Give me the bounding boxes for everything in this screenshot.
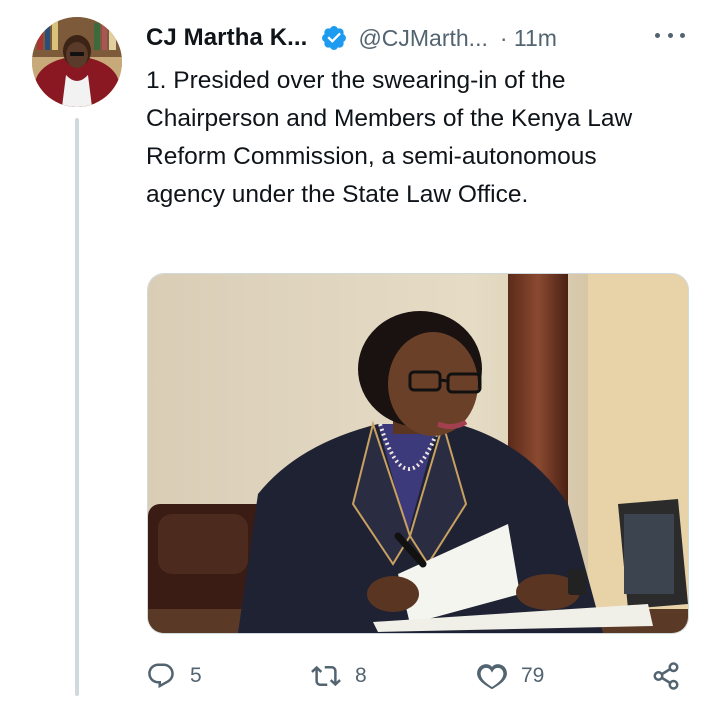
like-count: 79 (521, 664, 545, 687)
tweet-media-photo[interactable] (147, 273, 689, 634)
author-avatar[interactable] (32, 17, 122, 107)
photo-image (148, 274, 688, 633)
retweet-icon (311, 665, 341, 687)
more-dot (655, 32, 660, 38)
tweet-actions-bar: 5 8 79 (146, 656, 691, 696)
share-icon (653, 662, 679, 690)
more-dot (680, 32, 685, 38)
share-button[interactable] (651, 656, 695, 696)
like-button[interactable]: 79 (477, 656, 544, 696)
tweet-header: CJ Martha K... @CJMarth... · 11m (146, 20, 691, 56)
author-name[interactable]: CJ Martha K... (146, 24, 307, 52)
tweet-text: 1. Presided over the swearing-in of the … (146, 67, 633, 208)
thread-connector-line (75, 118, 79, 696)
avatar-image (32, 17, 122, 107)
author-handle[interactable]: @CJMarth... (358, 25, 487, 52)
verified-badge-icon (322, 26, 347, 50)
reply-button[interactable]: 5 (146, 656, 202, 696)
retweet-button[interactable]: 8 (311, 656, 367, 696)
more-options-icon[interactable] (655, 25, 685, 45)
reply-count: 5 (190, 664, 202, 687)
retweet-count: 8 (355, 664, 367, 687)
reply-icon (148, 663, 174, 689)
like-icon (477, 664, 507, 690)
more-dot (667, 32, 673, 38)
tweet-timestamp[interactable]: · 11m (500, 25, 557, 52)
